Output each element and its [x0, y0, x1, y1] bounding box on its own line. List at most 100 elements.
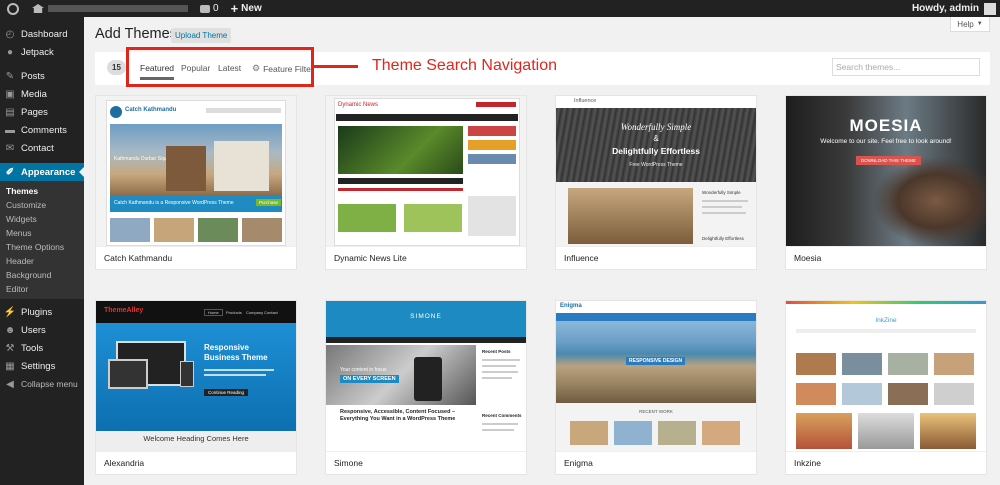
wordpress-logo-icon[interactable] — [0, 0, 26, 17]
simone-logo: SIMONE — [410, 313, 442, 320]
submenu-widgets[interactable]: Widgets — [0, 212, 84, 226]
theme-screenshot: SIMONE Your content in focus ON EVERY SC… — [326, 301, 526, 451]
comments-link[interactable]: 0 — [194, 0, 225, 17]
menu-contact[interactable]: ✉ Contact — [0, 139, 84, 157]
theme-card-inkzine[interactable]: InkZine Inkzine — [785, 300, 987, 475]
menu-jetpack[interactable]: ● Jetpack — [0, 43, 84, 61]
moesia-download-btn: DOWNLOAD THIS THEME — [856, 156, 921, 165]
theme-card-moesia[interactable]: MOESIA Welcome to our site. Feel free to… — [785, 95, 987, 270]
menu-dashboard[interactable]: ◴ Dashboard — [0, 25, 84, 43]
catch-purchase-btn: Purchase — [256, 199, 282, 206]
annotation-highlight-box — [126, 47, 314, 87]
menu-label: Comments — [21, 124, 67, 136]
pin-icon: ✎ — [5, 70, 15, 82]
greeting: Howdy, admin — [911, 3, 979, 14]
new-label: New — [241, 3, 262, 14]
menu-pages[interactable]: ▤ Pages — [0, 103, 84, 121]
enigma-banner: RESPONSIVE DESIGN — [626, 357, 686, 365]
menu-label: Plugins — [21, 306, 53, 318]
moesia-title: MOESIA — [849, 116, 923, 135]
simone-every-screen: ON EVERY SCREEN — [340, 375, 399, 383]
menu-posts[interactable]: ✎ Posts — [0, 67, 84, 85]
menu-settings[interactable]: ▦ Settings — [0, 357, 84, 375]
upload-theme-button[interactable]: Upload Theme — [171, 28, 232, 43]
collapse-menu[interactable]: ◀ Collapse menu — [0, 375, 84, 393]
menu-plugins[interactable]: ⚡ Plugins — [0, 303, 84, 321]
menu-label: Tools — [21, 342, 44, 354]
pages-icon: ▤ — [5, 106, 15, 118]
menu-label: Media — [21, 88, 47, 100]
menu-label: Posts — [21, 70, 45, 82]
account-menu[interactable]: Howdy, admin — [906, 0, 979, 17]
theme-screenshot: Catch Kathmandu Kathmandu Durbar Square … — [96, 96, 296, 246]
menu-label: Collapse menu — [21, 379, 78, 389]
simone-focus: Your content in focus — [340, 367, 387, 373]
menu-users[interactable]: ☻ Users — [0, 321, 84, 339]
influence-amp: & — [653, 134, 659, 143]
influence-logo-text: Influence — [574, 98, 597, 104]
theme-card-dynamic-news-lite[interactable]: Dynamic News Dynamic News Lite — [325, 95, 527, 270]
influence-line1: Wonderfully Simple — [620, 122, 692, 132]
catch-caption: Kathmandu Durbar Square — [114, 156, 174, 162]
influence-line2: Delightfully Effortless — [612, 146, 700, 156]
site-name-link[interactable] — [26, 0, 194, 17]
menu-tools[interactable]: ⚒ Tools — [0, 339, 84, 357]
theme-name: Moesia — [786, 246, 986, 269]
influence-sub: Free WordPress Theme — [629, 162, 683, 168]
contact-icon: ✉ — [5, 142, 15, 154]
theme-screenshot: ThemeAlley Home Products Company Contact… — [96, 301, 296, 451]
page-title: Add Themes — [95, 26, 177, 42]
theme-name: Simone — [326, 451, 526, 474]
alexandria-logo: ThemeAlley — [104, 307, 144, 314]
help-button[interactable]: Help ▼ — [950, 17, 990, 32]
alexandria-nav-home: Home — [204, 309, 223, 316]
comment-bubble-icon — [200, 4, 210, 13]
theme-name: Enigma — [556, 451, 756, 474]
menu-appearance[interactable]: ✐ Appearance — [0, 163, 84, 181]
submenu-background[interactable]: Background — [0, 268, 84, 282]
theme-card-alexandria[interactable]: ThemeAlley Home Products Company Contact… — [95, 300, 297, 475]
dynamic-logo-text: Dynamic News — [338, 102, 379, 108]
submenu-menus[interactable]: Menus — [0, 226, 84, 240]
plugin-icon: ⚡ — [3, 306, 17, 318]
simone-headline: Responsive, Accessible, Content Focused … — [340, 409, 456, 422]
alexandria-nav-contact: Contact — [264, 310, 278, 315]
theme-screenshot: InkZine — [786, 301, 986, 451]
theme-screenshot: MOESIA Welcome to our site. Feel free to… — [786, 96, 986, 246]
comments-count: 0 — [213, 3, 219, 14]
search-themes-input[interactable] — [832, 58, 980, 76]
annotation-label: Theme Search Navigation — [372, 57, 557, 74]
submenu-customize[interactable]: Customize — [0, 198, 84, 212]
simone-recent-comments: Recent Comments — [482, 413, 522, 418]
simone-recent-posts: Recent Posts — [482, 349, 511, 354]
dashboard-icon: ◴ — [5, 28, 15, 40]
new-content-link[interactable]: + New — [225, 0, 268, 17]
theme-card-simone[interactable]: SIMONE Your content in focus ON EVERY SC… — [325, 300, 527, 475]
comment-icon: ▬ — [5, 124, 15, 136]
submenu-editor[interactable]: Editor — [0, 282, 84, 296]
admin-bar: 0 + New Howdy, admin — [0, 0, 1000, 17]
menu-label: Users — [21, 324, 46, 336]
theme-card-influence[interactable]: Influence Wonderfully Simple & Delightfu… — [555, 95, 757, 270]
plus-icon: + — [230, 1, 239, 16]
menu-comments[interactable]: ▬ Comments — [0, 121, 84, 139]
alexandria-nav-company: Company — [246, 310, 264, 315]
theme-name: Dynamic News Lite — [326, 246, 526, 269]
menu-media[interactable]: ▣ Media — [0, 85, 84, 103]
influence-side1: Wonderfully Simple — [702, 190, 741, 195]
menu-label: Settings — [21, 360, 56, 372]
inkzine-logo: InkZine — [875, 317, 897, 324]
submenu-theme-options[interactable]: Theme Options — [0, 240, 84, 254]
submenu-header[interactable]: Header — [0, 254, 84, 268]
menu-label: Appearance — [21, 166, 76, 178]
submenu-themes[interactable]: Themes — [0, 184, 84, 198]
users-icon: ☻ — [4, 324, 16, 336]
theme-name: Influence — [556, 246, 756, 269]
theme-card-enigma[interactable]: Enigma RESPONSIVE DESIGN RECENT WORK Eni… — [555, 300, 757, 475]
help-label: Help — [957, 19, 974, 29]
theme-card-catch-kathmandu[interactable]: Catch Kathmandu Kathmandu Durbar Square … — [95, 95, 297, 270]
chevron-down-icon: ▼ — [976, 21, 983, 27]
enigma-recent-work: RECENT WORK — [639, 409, 673, 414]
avatar[interactable] — [984, 2, 996, 15]
home-icon — [32, 4, 44, 13]
